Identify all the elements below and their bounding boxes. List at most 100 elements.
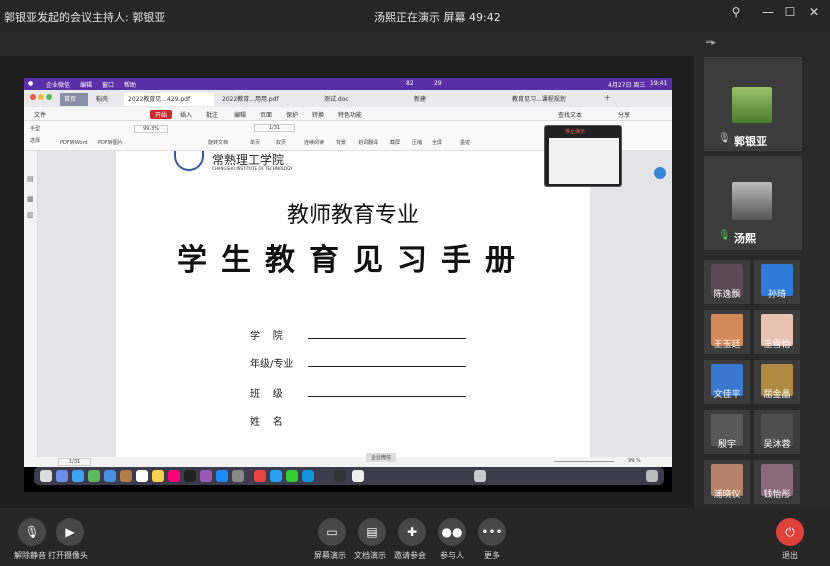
safari-icon[interactable] — [72, 470, 84, 482]
participant-name: 文佳平 — [713, 390, 741, 400]
thumbnail-icon[interactable]: ▦ — [27, 195, 34, 203]
title-line-1: 教师教育专业 — [286, 203, 419, 228]
stop-present-button[interactable]: 停止演示 — [565, 128, 585, 135]
menu-row: 文件 开始 插入 批注 编辑 页面 保护 转换 特色功能 查找文本 分享 — [24, 107, 672, 121]
preview-icon[interactable] — [352, 470, 364, 482]
hand-tool[interactable]: 手型 — [30, 125, 40, 132]
translate-button[interactable]: 划词翻译 — [358, 139, 378, 146]
trash-icon[interactable] — [646, 470, 658, 482]
tab-pdf-active[interactable]: 2022教育见...429.pdf — [124, 93, 214, 106]
search-text[interactable]: 查找文本 — [558, 110, 582, 119]
menu-protect[interactable]: 保护 — [286, 110, 298, 119]
settings-icon[interactable] — [232, 470, 244, 482]
mail-icon[interactable] — [104, 470, 116, 482]
menu-page[interactable]: 页面 — [260, 110, 272, 119]
pdf-to-word-button[interactable]: PDF转Word — [60, 139, 88, 146]
new-tab-icon[interactable]: + — [604, 93, 611, 102]
wechat-icon[interactable] — [286, 470, 298, 482]
tab-row: 首页 稻壳 2022教育见...429.pdf 2022教育...用用.pdf … — [24, 90, 672, 107]
page-input[interactable]: 1/31 — [254, 124, 296, 132]
participant-small[interactable]: 屈金晶 — [754, 360, 800, 404]
menu-features[interactable]: 特色功能 — [338, 110, 362, 119]
close-icon[interactable]: ✕ — [804, 4, 824, 20]
continuous-button[interactable]: 连续阅读 — [304, 139, 324, 146]
participant-name: 殷宇 — [717, 440, 736, 450]
zoom-input[interactable]: 99.3% — [134, 125, 168, 133]
terminal-icon[interactable] — [334, 470, 346, 482]
wechat-work-icon[interactable] — [270, 470, 282, 482]
contacts-icon[interactable] — [120, 470, 132, 482]
mac-min-dot-icon — [38, 94, 44, 100]
leave-button[interactable]: ⏻ — [776, 518, 804, 546]
participant-small[interactable]: 吴沐蓉 — [754, 410, 800, 454]
participant-small[interactable]: 陈逸飘 — [704, 260, 750, 304]
menu-edit[interactable]: 编辑 — [234, 110, 246, 119]
tab-new[interactable]: 新建 — [410, 93, 450, 106]
wps-icon[interactable] — [254, 470, 266, 482]
podcast-icon[interactable] — [200, 470, 212, 482]
messages-icon[interactable] — [88, 470, 100, 482]
finder-icon[interactable] — [40, 470, 52, 482]
select-tool[interactable]: 选择 — [30, 137, 40, 144]
participant-small[interactable]: 殷宇 — [704, 410, 750, 454]
camera-button[interactable]: ▶ — [56, 518, 84, 546]
status-page[interactable]: 1/31 — [58, 458, 92, 466]
bookmark-icon[interactable]: ▤ — [27, 175, 34, 183]
members-button[interactable]: ●● — [438, 518, 466, 546]
camera-label: 打开摄像头 — [48, 551, 88, 560]
bg-button[interactable]: 背景 — [336, 139, 346, 146]
maximize-icon[interactable]: ☐ — [780, 4, 800, 20]
qq-icon[interactable] — [302, 470, 314, 482]
appstore-icon[interactable] — [216, 470, 228, 482]
meeting-title: 郭银亚发起的会议 — [4, 11, 92, 24]
notes-icon[interactable] — [152, 470, 164, 482]
mini-preview — [549, 138, 619, 184]
tab-docer[interactable]: 稻壳 — [92, 93, 120, 106]
participant-small[interactable]: 王玉廷 — [704, 310, 750, 354]
fullscreen-button[interactable]: 全屏 — [432, 139, 442, 146]
menu-insert[interactable]: 插入 — [180, 110, 192, 119]
share-button[interactable]: 分享 — [618, 110, 630, 119]
tab-pdf-2[interactable]: 2022教育...用用.pdf — [218, 93, 294, 106]
crop-button[interactable]: 截屏 — [390, 139, 400, 146]
layout-toggle-icon[interactable]: ═▸ — [706, 38, 716, 48]
tv-icon[interactable] — [184, 470, 196, 482]
mac-status: 82 — [406, 80, 414, 87]
compress-button[interactable]: 压缩 — [412, 139, 422, 146]
pdf-to-image-button[interactable]: PDF转图片 — [98, 139, 123, 146]
menu-convert[interactable]: 转换 — [312, 110, 324, 119]
assistant-icon[interactable] — [654, 167, 666, 179]
participant-small[interactable]: 钱怡彤 — [754, 460, 800, 504]
tab-doc[interactable]: 测试.doc — [320, 93, 380, 106]
ink-button[interactable]: 墨迹 — [460, 139, 470, 146]
tab-home[interactable]: 首页 — [60, 93, 88, 106]
menu-start[interactable]: 开始 — [150, 110, 173, 119]
doc-share-button[interactable]: ▤ — [358, 518, 386, 546]
launchpad-icon[interactable] — [56, 470, 68, 482]
rotate-button[interactable]: 旋转文档 — [208, 139, 228, 146]
minimize-icon[interactable]: — — [758, 4, 778, 20]
music-icon[interactable] — [168, 470, 180, 482]
pin-icon[interactable]: ⚲ — [726, 4, 746, 20]
participant-small[interactable]: 王雪怡 — [754, 310, 800, 354]
attachment-icon[interactable]: ▥ — [27, 211, 34, 219]
calendar-icon[interactable] — [136, 470, 148, 482]
menu-annotate[interactable]: 批注 — [206, 110, 218, 119]
double-page-button[interactable]: 双页 — [276, 139, 286, 146]
participant-tile-presenter[interactable]: 🎙 汤熙 — [704, 156, 802, 250]
menu-file[interactable]: 文件 — [34, 110, 46, 119]
single-page-button[interactable]: 单页 — [250, 139, 260, 146]
doc-thumb-icon[interactable] — [474, 470, 486, 482]
unmute-button[interactable]: 🎙 — [18, 518, 46, 546]
participant-small[interactable]: 浦晓仪 — [704, 460, 750, 504]
more-button[interactable]: ••• — [478, 518, 506, 546]
invite-button[interactable]: ✚ — [398, 518, 426, 546]
screen-share-button[interactable]: ▭ — [318, 518, 346, 546]
participant-name: 浦晓仪 — [713, 490, 741, 500]
tab-plan[interactable]: 教育见习...课程规划 — [508, 93, 584, 106]
participant-small[interactable]: 孙琦 — [754, 260, 800, 304]
participant-small[interactable]: 文佳平 — [704, 360, 750, 404]
participant-tile-main[interactable]: 🎙 郭银亚 — [704, 57, 802, 151]
zoom-slider[interactable] — [554, 461, 614, 462]
presenting-status: 汤熙正在演示 屏幕 49:42 — [374, 11, 501, 24]
